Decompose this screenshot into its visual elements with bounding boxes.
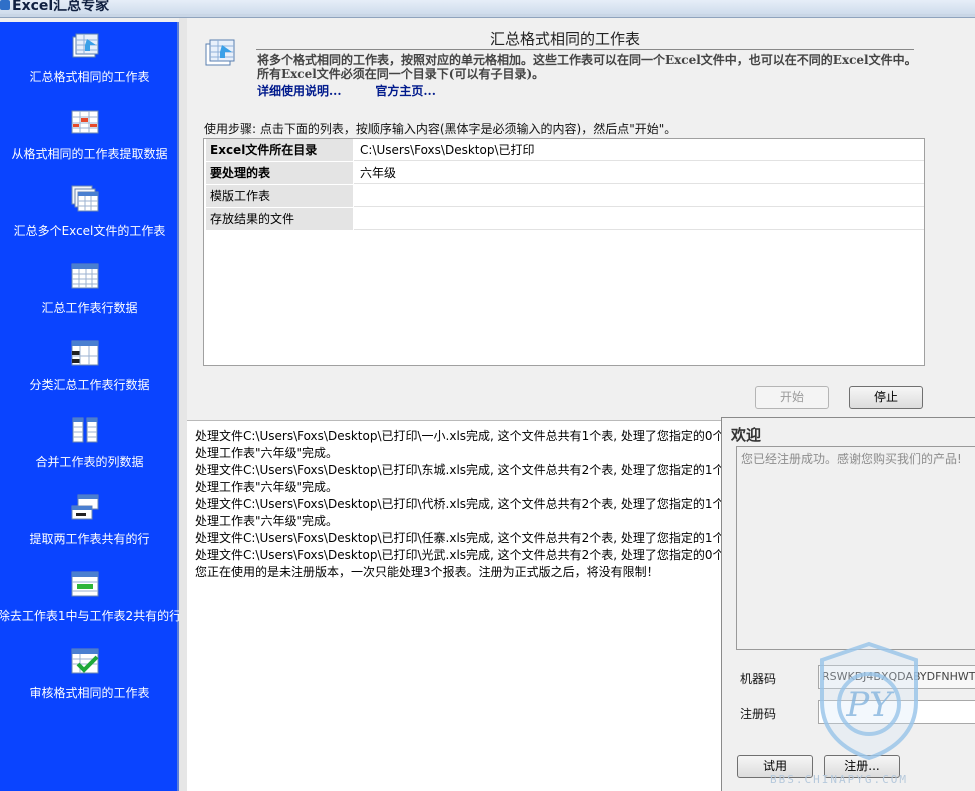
usage-steps-label: 使用步骤: 点击下面的列表，按顺序输入内容(黑体字是必须输入的内容)，然后点"开… [204, 122, 677, 136]
window-title: Excel汇总专家 [12, 0, 110, 14]
watermark-logo-letters: PY [845, 685, 895, 725]
sidebar-item-category-sum[interactable]: 分类汇总工作表行数据 [0, 336, 179, 406]
official-homepage-link[interactable]: 官方主页... [375, 82, 436, 99]
log-line: 处理文件C:\Users\Foxs\Desktop\已打印\代桥.xls完成, … [195, 497, 721, 511]
sidebar-item-sum-rows[interactable]: 汇总工作表行数据 [0, 259, 179, 329]
header-links: 详细使用说明... 官方主页... [257, 82, 466, 99]
sidebar-item-remove-common-rows[interactable]: 除去工作表1中与工作表2共有的行 [0, 567, 181, 637]
sidebar-item-label: 合并工作表的列数据 [35, 455, 144, 469]
sidebar-item-extract-data[interactable]: 从格式相同的工作表提取数据 [0, 105, 179, 175]
grid-key: 模版工作表 [206, 185, 354, 207]
sidebar-item-label: 提取两工作表共有的行 [29, 532, 150, 546]
sidebar-item-label: 汇总格式相同的工作表 [29, 70, 150, 84]
sidebar-item-label: 审核格式相同的工作表 [29, 686, 150, 700]
table-rows-icon [71, 263, 99, 289]
remove-rows-icon [71, 571, 99, 597]
stack-sheets-icon [205, 39, 235, 66]
log-line: 处理工作表"六年级"完成。 [195, 480, 339, 494]
excel-dir-field[interactable]: C:\Users\Foxs\Desktop\已打印 [358, 139, 924, 161]
grid-key: 存放结果的文件 [206, 208, 354, 230]
grid-key: 要处理的表 [206, 162, 354, 184]
stop-button[interactable]: 停止 [849, 386, 923, 409]
template-sheet-field[interactable] [358, 185, 924, 207]
log-line: 处理文件C:\Users\Foxs\Desktop\已打印\任寨.xls完成, … [195, 531, 721, 545]
sidebar-item-label: 分类汇总工作表行数据 [29, 378, 150, 392]
log-line: 处理文件C:\Users\Foxs\Desktop\已打印\一小.xls完成, … [195, 429, 721, 443]
check-sheet-icon [71, 648, 99, 674]
log-line: 处理文件C:\Users\Foxs\Desktop\已打印\东城.xls完成, … [195, 463, 721, 477]
log-line: 处理工作表"六年级"完成。 [195, 514, 339, 528]
log-line: 您正在使用的是未注册版本，一次只能处理3个报表。注册为正式版之后，将没有限制！ [195, 565, 659, 579]
machine-code-label: 机器码 [740, 672, 777, 686]
sidebar-item-label: 汇总多个Excel文件的工作表 [13, 224, 166, 238]
panel-splitter[interactable] [179, 18, 187, 791]
welcome-title: 欢迎 [731, 426, 762, 444]
page-title: 汇总格式相同的工作表 [489, 30, 640, 48]
registration-code-label: 注册码 [740, 707, 777, 721]
sidebar-item-audit-sheets[interactable]: 审核格式相同的工作表 [0, 644, 179, 714]
title-bar: Excel汇总专家 [0, 0, 975, 14]
app-icon [0, 0, 10, 10]
parameter-grid: Excel文件所在目录 C:\Users\Foxs\Desktop\已打印 要处… [203, 138, 925, 366]
grid-row-result-file[interactable]: 存放结果的文件 [206, 208, 924, 230]
welcome-message: 您已经注册成功。感谢您购买我们的产品! [736, 446, 975, 650]
grid-row-sheet[interactable]: 要处理的表 六年级 [206, 162, 924, 184]
log-line: 处理工作表"六年级"完成。 [195, 446, 339, 460]
start-button[interactable]: 开始 [755, 386, 829, 409]
chinapyg-shield-watermark: PY [820, 641, 918, 760]
sidebar: 汇总格式相同的工作表 从格式相同的工作表提取数据 汇总多个Excel文件的工作表 [0, 22, 181, 791]
sidebar-item-label: 从格式相同的工作表提取数据 [11, 147, 168, 161]
common-rows-icon [71, 494, 99, 520]
stack-sheets-icon [72, 33, 99, 58]
category-rows-icon [71, 340, 99, 366]
detail-instructions-link[interactable]: 详细使用说明... [257, 82, 342, 99]
title-divider [256, 49, 914, 50]
feature-description: 将多个格式相同的工作表，按照对应的单元格相加。这些工作表可以在同一个Excel文… [257, 53, 917, 81]
grid-row-excel-dir[interactable]: Excel文件所在目录 C:\Users\Foxs\Desktop\已打印 [206, 139, 924, 161]
sidebar-item-sum-multi-files[interactable]: 汇总多个Excel文件的工作表 [0, 182, 179, 252]
multi-file-sheets-icon [71, 185, 99, 212]
sheet-name-field[interactable]: 六年级 [358, 162, 924, 184]
log-line: 处理文件C:\Users\Foxs\Desktop\已打印\光武.xls完成, … [195, 548, 721, 562]
extract-cells-icon [71, 110, 99, 134]
log-output[interactable]: 处理文件C:\Users\Foxs\Desktop\已打印\一小.xls完成, … [187, 420, 721, 791]
sidebar-item-label: 除去工作表1中与工作表2共有的行 [0, 609, 182, 623]
grid-key: Excel文件所在目录 [206, 139, 354, 161]
sidebar-item-label: 汇总工作表行数据 [41, 301, 138, 315]
watermark-text: BBS.CHINAPYG.COM [770, 773, 908, 786]
sidebar-item-common-rows[interactable]: 提取两工作表共有的行 [0, 490, 179, 560]
grid-row-template[interactable]: 模版工作表 [206, 185, 924, 207]
result-file-field[interactable] [358, 208, 924, 230]
merge-columns-icon [72, 417, 98, 443]
sidebar-item-sum-same-format[interactable]: 汇总格式相同的工作表 [0, 28, 179, 98]
sidebar-item-merge-columns[interactable]: 合并工作表的列数据 [0, 413, 179, 483]
